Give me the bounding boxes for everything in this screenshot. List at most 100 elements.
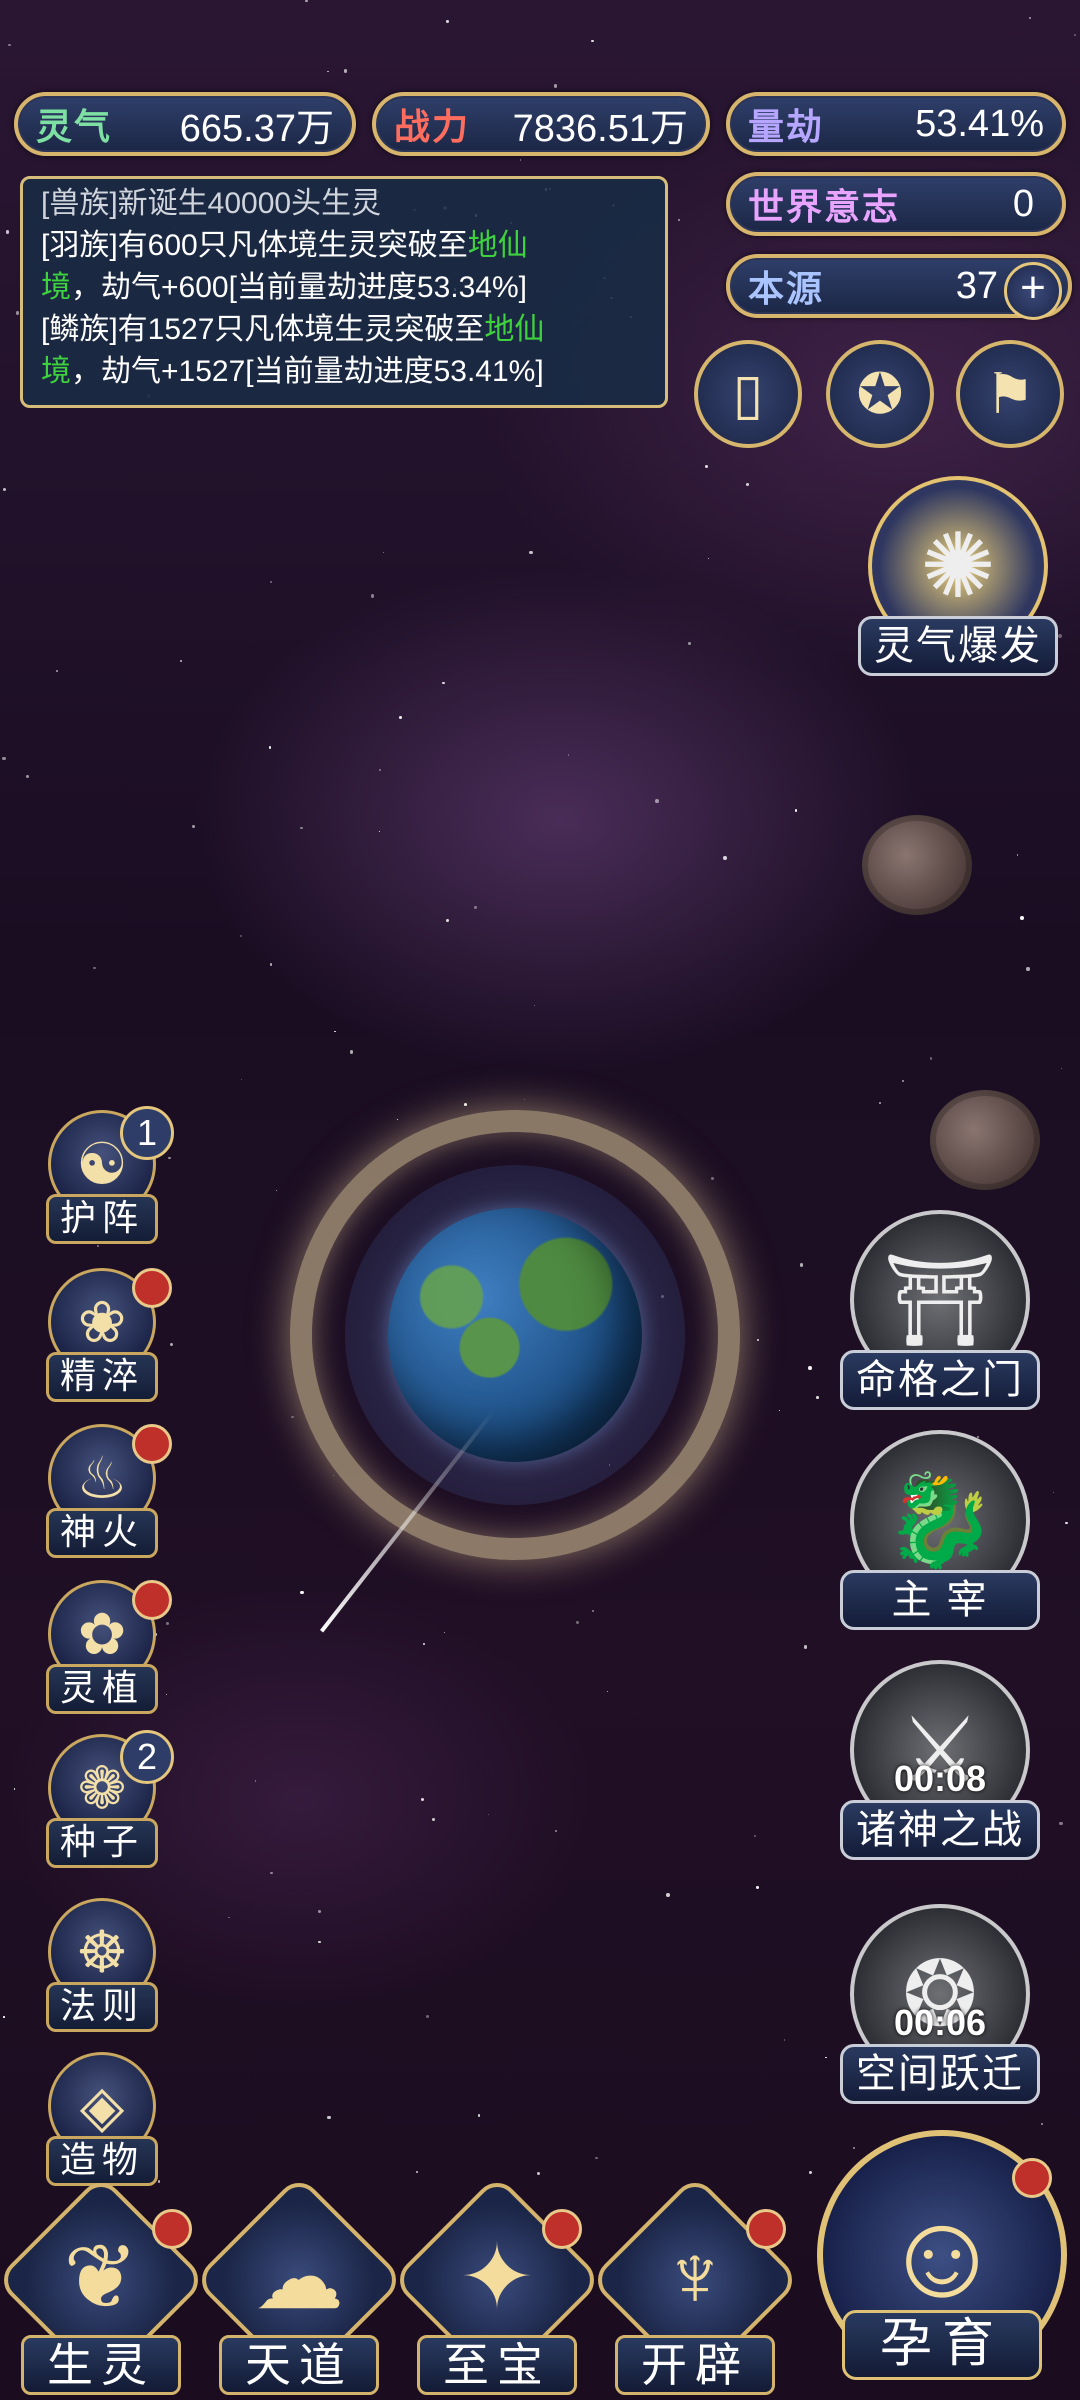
star — [165, 1621, 169, 1625]
liangjie-label: 量劫 — [748, 106, 825, 147]
star — [1040, 2122, 1043, 2126]
benyuan-pill[interactable]: 本源 37 + — [726, 254, 1072, 320]
zhanli-value: 7836.51万 — [512, 107, 688, 150]
benyuan-label: 本源 — [748, 268, 825, 309]
settings-button[interactable]: ✪ — [826, 340, 934, 448]
bottom-tab-zhibao[interactable]: ✦ 至宝 — [390, 2173, 604, 2395]
planet-earth[interactable] — [388, 1208, 642, 1462]
star — [318, 1909, 322, 1913]
star — [426, 2014, 430, 2018]
star — [333, 1474, 335, 1476]
star — [519, 159, 522, 161]
log-highlight: 地仙 — [484, 313, 545, 346]
left-btn-zaowu[interactable]: ◈ 造物 — [36, 2052, 166, 2192]
shijie-label: 世界意志 — [748, 186, 901, 227]
scroll-icon: ▯ — [732, 362, 764, 425]
star — [534, 1004, 536, 1007]
star — [723, 856, 727, 860]
left-btn-huzhen[interactable]: ☯ 护阵 1 — [36, 1106, 174, 1250]
star — [1029, 16, 1031, 19]
star — [816, 1396, 819, 1399]
star — [711, 1177, 714, 1180]
star — [240, 934, 243, 937]
star — [756, 1886, 759, 1889]
star — [591, 40, 594, 43]
gods-war-button[interactable]: ⚔ 00:08 诸神之战 — [840, 1660, 1040, 1860]
left-btn-jingcui[interactable]: ❀ 精淬 — [36, 1268, 172, 1408]
star — [592, 1609, 595, 1613]
gods-war-timer: 00:08 — [893, 1758, 987, 1799]
bottom-tab-kaipi[interactable]: ♆ 开辟 — [588, 2173, 802, 2395]
star — [276, 1189, 278, 1192]
star — [606, 1691, 608, 1693]
star — [929, 1057, 932, 1060]
star — [553, 84, 558, 89]
star — [707, 557, 710, 560]
star — [5, 229, 10, 234]
star — [445, 918, 450, 923]
log-line: [羽族]有600只凡体境生灵突破至地仙 境，劫气+600[当前量劫进度53.34%… — [41, 225, 647, 309]
master-label: 主 宰 — [840, 1570, 1040, 1630]
bottom-tab-tiandao[interactable]: ☁ 天道 — [192, 2173, 406, 2395]
star — [795, 809, 798, 812]
star — [191, 824, 196, 829]
star — [15, 311, 19, 315]
count-badge: 1 — [120, 1106, 174, 1160]
star — [595, 2156, 598, 2160]
star — [300, 1590, 304, 1595]
asteroid-icon[interactable] — [862, 815, 972, 915]
star — [902, 1079, 905, 1083]
star — [168, 1156, 171, 1160]
star — [1060, 1067, 1063, 1070]
benyuan-value: 37 — [955, 264, 998, 307]
log-text: [鳞族]有1527只凡体境生灵突破至 — [41, 313, 485, 346]
star — [268, 746, 271, 749]
add-benyuan-button[interactable]: + — [1004, 262, 1062, 320]
tab-label: 天道 — [219, 2335, 379, 2395]
star — [240, 1079, 243, 1081]
star — [269, 963, 273, 966]
star — [56, 669, 59, 673]
lingqi-burst-button[interactable]: ✺ 灵气爆发 — [858, 476, 1058, 676]
nurture-button[interactable]: ☺ 孕育 — [812, 2130, 1072, 2395]
notification-dot — [132, 1580, 172, 1620]
scroll-button[interactable]: ▯ — [694, 340, 802, 448]
lingqi-label: 灵气 — [36, 106, 113, 147]
star — [1016, 854, 1019, 856]
liangjie-pill[interactable]: 量劫 53.41% — [726, 92, 1066, 156]
left-btn-zhongzi[interactable]: ❁ 种子 2 — [36, 1730, 174, 1874]
fate-gate-button[interactable]: ⛩ 命格之门 — [840, 1210, 1040, 1410]
star — [879, 1102, 881, 1105]
left-btn-shenhuo[interactable]: ♨ 神火 — [36, 1424, 172, 1564]
star — [1065, 1521, 1068, 1525]
heaven-icon: ☁ — [254, 2228, 344, 2328]
bottom-tab-shengling[interactable]: ❦ 生灵 — [0, 2173, 208, 2395]
master-button[interactable]: 🐉 主 宰 — [840, 1430, 1040, 1630]
star — [378, 830, 380, 833]
flag-button[interactable]: ⚑ — [956, 340, 1064, 448]
shijie-pill[interactable]: 世界意志 0 — [726, 172, 1066, 236]
count-badge: 2 — [120, 1730, 174, 1784]
star — [349, 1050, 354, 1054]
star — [382, 551, 384, 553]
btn-label: 法则 — [46, 1982, 158, 2032]
space-leap-button[interactable]: ❂ 00:06 空间跃迁 — [840, 1904, 1040, 2104]
left-btn-faze[interactable]: ☸ 法则 — [36, 1898, 166, 2038]
star — [446, 20, 449, 23]
star — [799, 1263, 804, 1267]
star — [397, 1118, 399, 1120]
log-line: [鳞族]有1527只凡体境生灵突破至地仙 境，劫气+1527[当前量劫进度53.4… — [41, 309, 647, 393]
burst-label: 灵气爆发 — [858, 616, 1058, 676]
star — [536, 2171, 540, 2175]
tab-label: 开辟 — [615, 2335, 775, 2395]
star — [326, 2115, 331, 2120]
star — [334, 1030, 336, 1032]
star — [25, 775, 29, 779]
left-btn-lingzhi[interactable]: ✿ 灵植 — [36, 1580, 172, 1720]
star — [291, 1416, 294, 1419]
star — [443, 1631, 445, 1633]
star — [169, 1342, 173, 1346]
asteroid-icon[interactable] — [930, 1090, 1040, 1190]
star — [666, 1893, 671, 1898]
event-log[interactable]: [兽族]新诞生40000头生灵 [羽族]有600只凡体境生灵突破至地仙 境，劫气+… — [20, 176, 668, 408]
